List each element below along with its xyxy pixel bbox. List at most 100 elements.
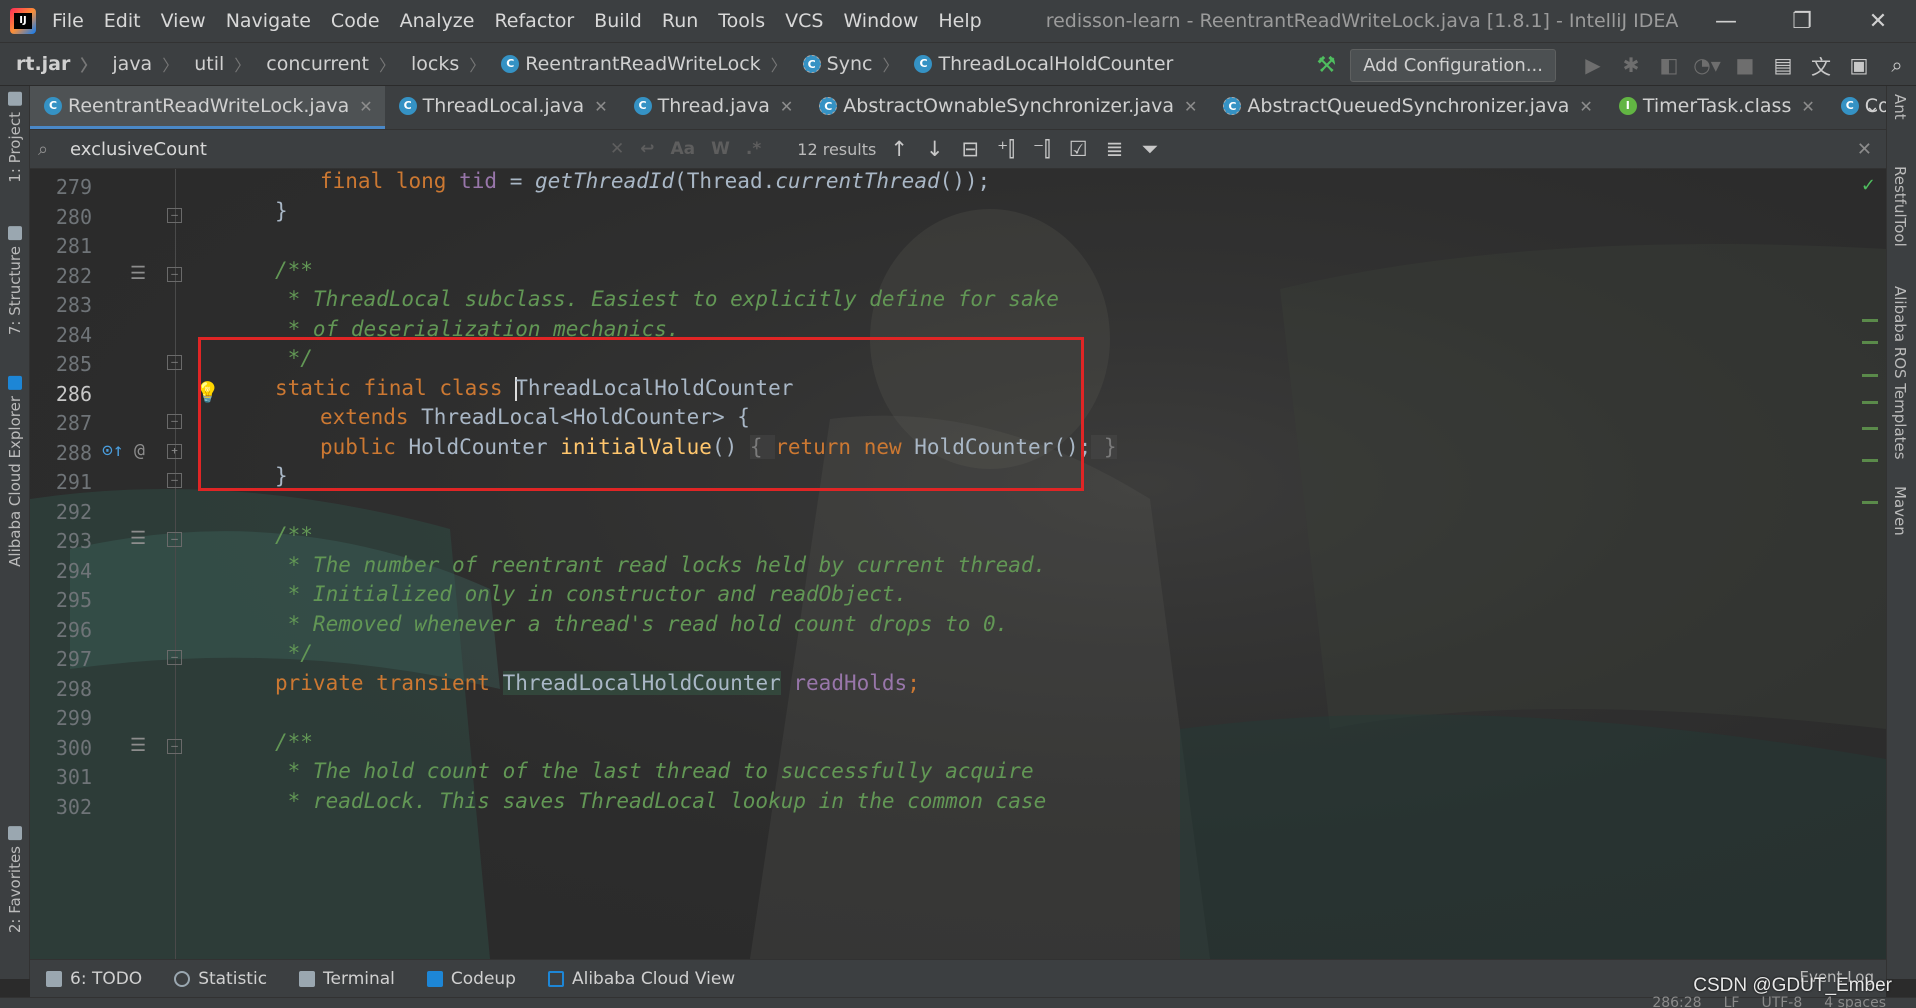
fold-expand-icon[interactable]: – [167, 532, 182, 547]
code-line-302[interactable]: * readLock. This saves ThreadLocal looku… [275, 783, 1047, 819]
arrow-down-icon[interactable]: ↓ [926, 137, 944, 161]
code-line-288[interactable]: public HoldCounter initialValue() { retu… [320, 429, 1117, 465]
folded-region[interactable]: } [1091, 434, 1117, 459]
fold-expand-icon[interactable]: – [167, 266, 182, 282]
find-input[interactable] [70, 138, 610, 160]
scroll-marker[interactable] [1862, 501, 1878, 504]
clear-search-icon[interactable]: ✕ [610, 139, 624, 159]
doc-comment-icon[interactable]: ☰ [130, 528, 146, 549]
code-line-279[interactable]: final long tid = getThreadId(Thread.curr… [320, 169, 990, 199]
close-window-button[interactable]: ✕ [1840, 0, 1916, 42]
menu-run[interactable]: Run [662, 10, 698, 32]
build-hammer-icon[interactable]: ⚒ [1316, 53, 1336, 78]
menu-help[interactable]: Help [938, 10, 981, 32]
scroll-marker[interactable] [1862, 459, 1878, 462]
stop-icon[interactable]: ■ [1726, 53, 1764, 77]
breadcrumb-util[interactable]: util 〉 [178, 52, 250, 76]
menu-window[interactable]: Window [843, 10, 918, 32]
tool-todo[interactable]: 6: TODO [46, 969, 142, 989]
fold-expand-icon[interactable]: – [167, 738, 182, 754]
breadcrumb-locks[interactable]: locks 〉 [395, 52, 485, 76]
add-configuration-button[interactable]: Add Configuration... [1350, 48, 1556, 82]
code-editor[interactable]: 279 280 – 281 282 ☰ – 283 284 285 – 286 💡 287… [30, 169, 1886, 959]
chevron-down-icon[interactable]: ⌄ [1865, 96, 1880, 117]
menu-tools[interactable]: Tools [718, 10, 765, 32]
debug-icon[interactable]: ✱ [1612, 53, 1650, 77]
scroll-marker[interactable] [1862, 341, 1878, 344]
close-icon[interactable]: ✕ [1801, 97, 1814, 116]
lightbulb-icon[interactable]: 💡 [195, 380, 220, 404]
restore-button[interactable]: ❐ [1764, 0, 1840, 42]
new-line-icon[interactable]: ↩ [640, 139, 654, 159]
tab-threadlocal[interactable]: C ThreadLocal.java ✕ [385, 86, 620, 129]
fold-collapse-icon[interactable]: – [167, 355, 182, 370]
add-occurrence-icon[interactable]: ⁺⫿ [997, 137, 1015, 162]
close-icon[interactable]: ✕ [1857, 139, 1872, 160]
select-all-occurrences-icon[interactable]: ☑ [1069, 137, 1088, 161]
fold-collapse-icon[interactable]: – [167, 473, 182, 488]
doc-comment-icon[interactable]: ☰ [130, 263, 146, 284]
run-icon[interactable]: ▶ [1574, 53, 1612, 77]
annotation-icon[interactable]: @ [134, 440, 145, 461]
tab-reentrantreadwritelock[interactable]: C ReentrantReadWriteLock.java ✕ [30, 86, 385, 129]
scroll-marker[interactable] [1862, 401, 1878, 404]
breadcrumb-threadlocalholdcounter[interactable]: C ThreadLocalHoldCounter [898, 53, 1173, 75]
tool-restfultool[interactable]: RestfulTool [1891, 166, 1909, 247]
tab-timertask[interactable]: I TimerTask.class ✕ [1605, 86, 1827, 129]
tool-favorites[interactable]: 2: Favorites [2, 826, 28, 933]
tool-codeup[interactable]: Codeup [426, 969, 516, 989]
menu-file[interactable]: File [52, 10, 84, 32]
tool-terminal[interactable]: Terminal [299, 969, 395, 989]
coverage-icon[interactable]: ◧ [1650, 53, 1688, 77]
tool-maven[interactable]: Maven [1891, 486, 1909, 536]
fold-expand-icon[interactable]: + [167, 443, 182, 459]
search-everywhere-icon[interactable]: ⌕ [1878, 53, 1916, 77]
scroll-marker[interactable] [1862, 427, 1878, 430]
tool-alibaba-ros-templates[interactable]: Alibaba ROS Templates [1891, 286, 1909, 460]
breadcrumb-reentrantreadwritelock[interactable]: C ReentrantReadWriteLock 〉 [485, 52, 787, 76]
menu-vcs[interactable]: VCS [785, 10, 823, 32]
tool-alibaba-cloud-view[interactable]: Alibaba Cloud View [547, 969, 735, 989]
close-icon[interactable]: ✕ [1579, 97, 1592, 116]
tool-structure[interactable]: 7: Structure [2, 226, 28, 335]
code-line-296[interactable]: * Removed whenever a thread's read hold … [275, 606, 1009, 642]
tab-thread[interactable]: C Thread.java ✕ [620, 86, 806, 129]
remove-occurrence-icon[interactable]: ⁻⫿ [1033, 137, 1051, 162]
tool-project[interactable]: 1: Project [2, 92, 28, 183]
fold-collapse-icon[interactable]: – [167, 207, 182, 223]
close-icon[interactable]: ✕ [594, 97, 607, 116]
menu-edit[interactable]: Edit [104, 10, 141, 32]
fold-expand-icon[interactable]: – [167, 414, 182, 429]
menu-analyze[interactable]: Analyze [400, 10, 475, 32]
arrow-up-icon[interactable]: ↑ [890, 137, 908, 161]
context-icon[interactable]: ≣ [1106, 137, 1124, 161]
regex-toggle[interactable]: .* [746, 139, 761, 159]
profile-icon[interactable]: ◔▾ [1688, 53, 1726, 77]
tab-abstractqueuedsynchronizer[interactable]: C AbstractQueuedSynchronizer.java ✕ [1209, 86, 1604, 129]
show-all-icon[interactable]: ⊟ [962, 137, 980, 161]
translate-icon[interactable]: 文 [1802, 51, 1840, 80]
close-icon[interactable]: ✕ [1184, 97, 1197, 116]
whole-words-toggle[interactable]: W [711, 139, 730, 159]
tool-ant[interactable]: Ant [1891, 94, 1909, 120]
tool-statistic[interactable]: Statistic [174, 969, 267, 989]
scroll-marker[interactable] [1862, 374, 1878, 377]
menu-navigate[interactable]: Navigate [226, 10, 311, 32]
tool-alibaba-cloud-explorer[interactable]: Alibaba Cloud Explorer [2, 376, 28, 567]
error-stripe[interactable]: ✓ [1860, 169, 1882, 959]
folded-region[interactable]: { [749, 434, 776, 459]
fold-collapse-icon[interactable]: – [167, 650, 182, 665]
presentation-icon[interactable]: ▣ [1840, 53, 1878, 77]
tab-abstractownablesynchronizer[interactable]: C AbstractOwnableSynchronizer.java ✕ [805, 86, 1209, 129]
menu-refactor[interactable]: Refactor [494, 10, 574, 32]
breadcrumb-java[interactable]: java 〉 [96, 52, 178, 76]
minimize-button[interactable]: — [1688, 0, 1764, 42]
close-icon[interactable]: ✕ [359, 97, 372, 116]
close-icon[interactable]: ✕ [780, 97, 793, 116]
code-line-298[interactable]: private transient ThreadLocalHoldCounter… [275, 665, 920, 701]
project-structure-icon[interactable]: ▤ [1764, 53, 1802, 77]
breadcrumb-concurrent[interactable]: concurrent 〉 [250, 52, 395, 76]
match-case-toggle[interactable]: Aa [671, 139, 696, 159]
filter-icon[interactable]: ⏷ [1141, 137, 1158, 162]
menu-build[interactable]: Build [594, 10, 642, 32]
